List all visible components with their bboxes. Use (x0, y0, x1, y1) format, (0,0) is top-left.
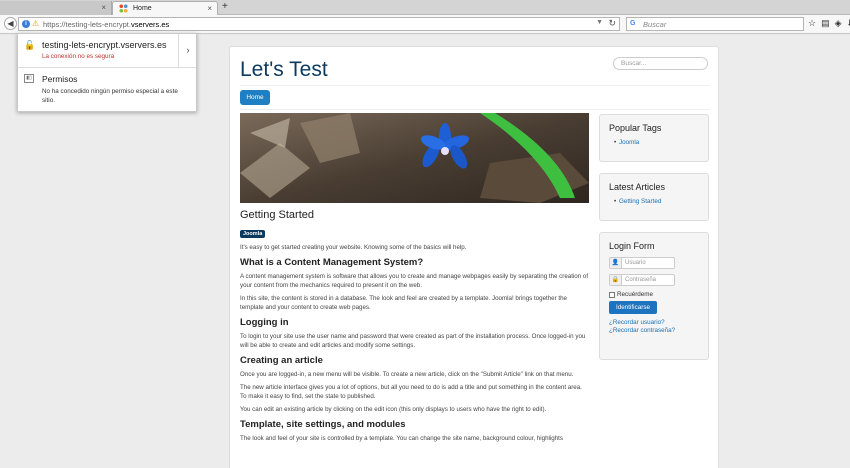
section-paragraph: A content management system is software … (240, 273, 589, 289)
section-paragraph: Once you are logged-in, a new menu will … (240, 371, 574, 378)
section-paragraph: You can edit an existing article by clic… (240, 406, 547, 413)
tab-title: Home (133, 5, 152, 12)
section-heading: Logging in (240, 317, 289, 328)
article-link[interactable]: Getting Started (614, 198, 699, 205)
tag-badge[interactable]: Joomla (240, 230, 266, 238)
password-placeholder: Contraseña (625, 277, 657, 283)
popular-tags-module: Popular Tags Joomla (599, 114, 709, 162)
forgot-password-link[interactable]: ¿Recordar contraseña? (609, 327, 699, 335)
toolbar-icons: ☆▤◈⬇ (808, 18, 850, 29)
site-title[interactable]: Let's Test (240, 58, 328, 82)
section-paragraph: In this site, the content is stored in a… (240, 295, 567, 311)
permissions-text: No ha concedido ningún permiso especial … (42, 88, 178, 104)
permissions-title: Permisos (42, 74, 78, 84)
module-title: Login Form (609, 241, 655, 251)
article-intro: It's easy to get started creating your w… (240, 244, 467, 251)
remember-label: Recuérdeme (617, 291, 654, 298)
back-button[interactable]: ◀ (4, 17, 17, 30)
url-text: https://testing-lets-encrypt.vservers.es (43, 20, 170, 29)
remember-me[interactable]: Recuérdeme (609, 291, 699, 298)
module-title: Latest Articles (609, 182, 666, 192)
user-icon: 👤 (610, 258, 622, 268)
username-placeholder: Usuario (625, 260, 646, 266)
google-icon: G (630, 20, 636, 27)
tag-link[interactable]: Joomla (614, 139, 699, 146)
chevron-down-icon[interactable]: ▼ (596, 19, 603, 26)
browser-search-input[interactable]: G Buscar (626, 17, 804, 31)
divider (240, 85, 709, 86)
close-tab-icon[interactable]: × (101, 3, 106, 12)
module-title: Popular Tags (609, 123, 662, 133)
article-title[interactable]: Getting Started (240, 209, 590, 221)
section-heading: Creating an article (240, 355, 323, 366)
nav-home-button[interactable]: Home (240, 90, 270, 105)
site-container: Let's Test Buscar... Home Getting Starte… (229, 46, 719, 468)
new-tab-button[interactable]: + (222, 1, 228, 12)
username-field[interactable]: 👤 Usuario (609, 257, 675, 269)
chevron-right-icon[interactable]: › (178, 34, 197, 67)
banner-image (240, 113, 589, 203)
info-icon[interactable]: i (22, 20, 30, 28)
popup-host: testing-lets-encrypt.vservers.es (42, 40, 167, 50)
login-button[interactable]: Identificarse (609, 301, 657, 314)
address-bar[interactable]: i ⚠ https://testing-lets-encrypt.vserver… (18, 17, 620, 31)
divider (240, 109, 709, 110)
nav-bar: ◀ i ⚠ https://testing-lets-encrypt.vserv… (0, 15, 850, 34)
section-paragraph: The new article interface gives you a lo… (240, 384, 582, 400)
clipboard-icon[interactable]: ▤ (821, 18, 835, 28)
joomla-logo-icon (119, 4, 128, 13)
latest-articles-module: Latest Articles Getting Started (599, 173, 709, 221)
browser-search-placeholder: Buscar (643, 20, 667, 29)
download-icon[interactable]: ⬇ (847, 18, 850, 28)
permissions-icon: ▮▯ (24, 74, 34, 83)
star-icon[interactable]: ☆ (808, 18, 821, 28)
forgot-username-link[interactable]: ¿Recordar usuario? (609, 319, 699, 327)
section-paragraph: The look and feel of your site is contro… (240, 435, 563, 442)
shield-icon[interactable]: ◈ (835, 18, 847, 28)
reload-icon[interactable]: ↻ (608, 18, 616, 29)
lock-icon: 🔒 (610, 275, 622, 285)
site-search-input[interactable]: Buscar... (613, 57, 708, 70)
tab-bar: × Home × + (0, 0, 850, 15)
login-module: Login Form 👤 Usuario 🔒 Contraseña Recuér… (599, 232, 709, 360)
site-identity-popup: 🔓 testing-lets-encrypt.vservers.es La co… (17, 33, 197, 112)
section-heading: What is a Content Management System? (240, 257, 424, 268)
section-heading: Template, site settings, and modules (240, 419, 406, 430)
password-field[interactable]: 🔒 Contraseña (609, 274, 675, 286)
article: Getting Started Joomla It's easy to get … (240, 209, 590, 447)
insecure-lock-icon: 🔓 (24, 40, 36, 50)
close-tab-icon[interactable]: × (207, 4, 212, 13)
connection-status: La conexión no es segura (42, 53, 115, 60)
divider (18, 67, 196, 68)
section-paragraph: To login to your site use the user name … (240, 333, 586, 349)
tab-home[interactable]: Home × (112, 1, 218, 15)
remember-checkbox[interactable] (609, 291, 615, 298)
connection-section[interactable]: 🔓 testing-lets-encrypt.vservers.es La co… (18, 34, 178, 67)
warning-icon[interactable]: ⚠ (32, 19, 39, 28)
tab-previous[interactable]: × (0, 1, 112, 15)
